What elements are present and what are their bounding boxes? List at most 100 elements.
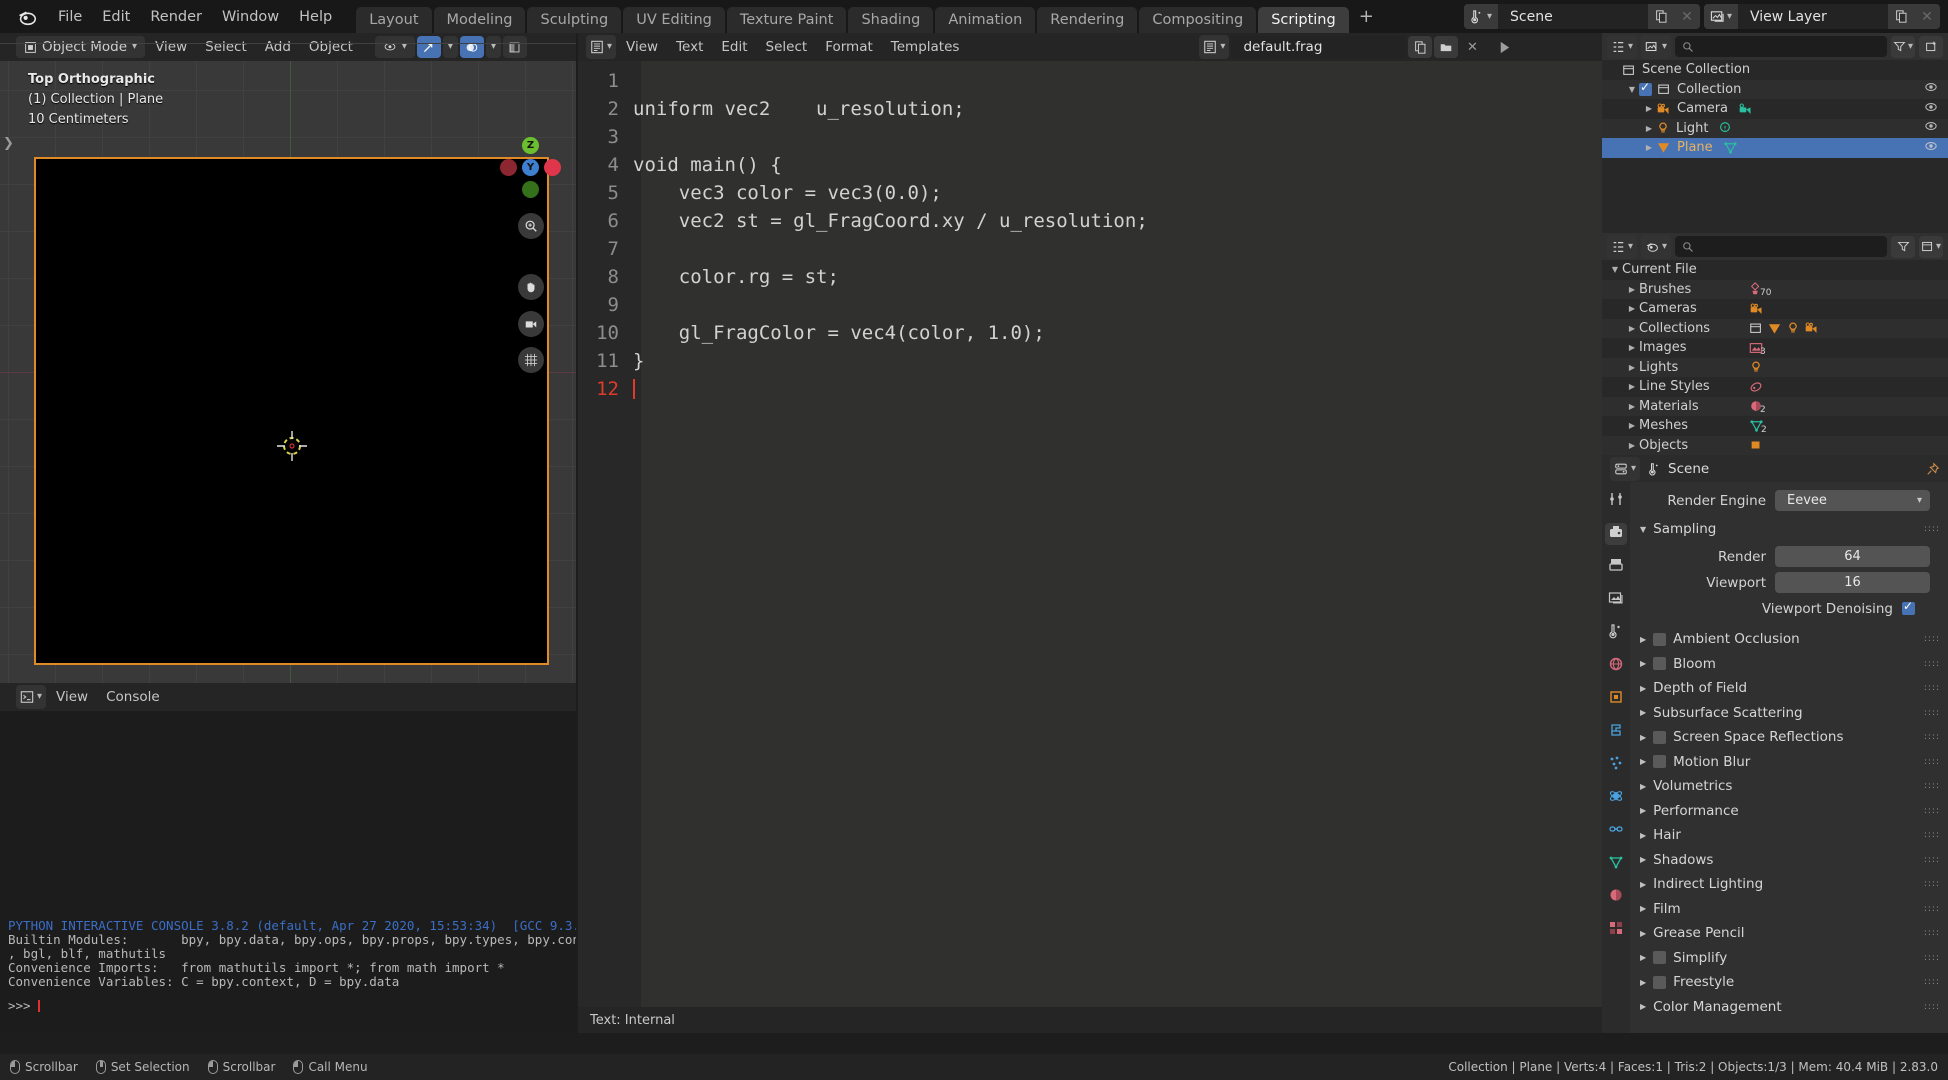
expand-triangle-down-icon[interactable]: ▼ — [1640, 525, 1646, 534]
blendfile-tree[interactable]: ▶ Brushes 70 ▶ Cameras ▶ Collections ▶ Images 3 ▶ L… — [1602, 279, 1948, 455]
properties-tab-texture[interactable] — [1605, 919, 1627, 941]
outliner-row-light[interactable]: ▶ Light — [1602, 118, 1948, 138]
panel-grease-pencil[interactable]: ▶ Grease Pencil:::: — [1630, 921, 1948, 946]
expand-triangle-right-icon[interactable]: ▶ — [1640, 733, 1646, 742]
outliner-editor-type-button[interactable]: ▾ — [1607, 34, 1638, 59]
eye-icon[interactable] — [1924, 140, 1938, 156]
properties-tab-object[interactable] — [1605, 688, 1627, 710]
gizmo-axis-z[interactable]: Z — [522, 137, 539, 154]
scene-name[interactable]: Scene — [1498, 4, 1648, 29]
text-editor[interactable]: ▾ View Text Edit Select Format Templates… — [578, 33, 1622, 1033]
expand-triangle-right-icon[interactable]: ▶ — [1640, 635, 1646, 644]
drag-handle-icon[interactable]: :::: — [1924, 781, 1940, 791]
outliner-row-collection[interactable]: ▼ Collection — [1602, 79, 1948, 99]
viewport-menu-add[interactable]: Add — [257, 39, 299, 55]
panel-shadows[interactable]: ▶ Shadows:::: — [1630, 848, 1948, 873]
gizmo-dropdown[interactable]: ▾ — [442, 36, 458, 58]
text-menu-format[interactable]: Format — [817, 39, 881, 55]
overlays-dropdown[interactable]: ▾ — [485, 36, 501, 58]
blendfile-row-brushes[interactable]: ▶ Brushes 70 — [1602, 279, 1948, 299]
drag-handle-icon[interactable]: :::: — [1924, 708, 1940, 718]
drag-handle-icon[interactable]: :::: — [1924, 1002, 1940, 1012]
expand-triangle-right-icon[interactable]: ▶ — [1640, 806, 1646, 815]
view-layer-icon[interactable]: ▾ — [1704, 4, 1738, 29]
code-line[interactable]: 1 — [578, 67, 1622, 95]
remove-view-layer-button[interactable]: ✕ — [1914, 4, 1940, 29]
expand-triangle-right-icon[interactable]: ▶ — [1640, 1002, 1646, 1011]
gizmo-axis-y[interactable]: Y — [522, 159, 539, 176]
gizmo-axis-x[interactable] — [544, 159, 561, 176]
render-engine-dropdown[interactable]: Eevee ▾ — [1775, 490, 1930, 511]
expand-triangle-right-icon[interactable]: ▶ — [1640, 757, 1646, 766]
text-datablock-icon[interactable]: ▾ — [1199, 35, 1230, 59]
workspace-tab-sculpting[interactable]: Sculpting — [527, 7, 622, 33]
expand-triangle-right-icon[interactable]: ▶ — [1625, 285, 1639, 294]
unlink-scene-button[interactable]: ✕ — [1674, 4, 1700, 29]
add-workspace-button[interactable]: + — [1349, 6, 1384, 27]
drag-handle-icon[interactable]: :::: — [1924, 732, 1940, 742]
text-menu-text[interactable]: Text — [668, 39, 711, 55]
scene-icon[interactable]: ▾ — [1464, 4, 1498, 29]
properties-content[interactable]: Render Engine Eevee ▾ ▼ Sampling :::: Re… — [1630, 482, 1948, 1033]
view-layer-selector[interactable]: ▾ View Layer ✕ — [1704, 4, 1940, 29]
menu-help[interactable]: Help — [289, 9, 342, 25]
panel-bloom[interactable]: ▶ Bloom:::: — [1630, 652, 1948, 677]
properties-tab-render[interactable] — [1605, 523, 1627, 545]
menu-file[interactable]: File — [48, 9, 92, 25]
expand-triangle-down-icon[interactable]: ▼ — [1625, 85, 1639, 94]
open-folder-icon[interactable] — [1434, 36, 1459, 58]
drag-handle-icon[interactable]: :::: — [1924, 928, 1940, 938]
viewport-menu-view[interactable]: View — [147, 39, 195, 55]
console-output[interactable]: PYTHON INTERACTIVE CONSOLE 3.8.2 (defaul… — [0, 711, 576, 1033]
visibility-dropdown[interactable]: ▾ — [374, 36, 415, 58]
workspace-tab-shading[interactable]: Shading — [848, 7, 934, 33]
menu-window[interactable]: Window — [212, 9, 289, 25]
view-layer-name[interactable]: View Layer — [1738, 4, 1888, 29]
properties-tab-constraint[interactable] — [1605, 820, 1627, 842]
code-line[interactable]: 10 gl_FragColor = vec4(color, 1.0); — [578, 319, 1622, 347]
drag-handle-icon[interactable]: :::: — [1924, 806, 1940, 816]
drag-handle-icon[interactable]: :::: — [1924, 879, 1940, 889]
expand-triangle-right-icon[interactable]: ▶ — [1642, 143, 1656, 152]
drag-handle-icon[interactable]: :::: — [1924, 904, 1940, 914]
panel-subsurface-scattering[interactable]: ▶ Subsurface Scattering:::: — [1630, 701, 1948, 726]
hand-icon[interactable] — [518, 274, 544, 300]
3d-viewport[interactable]: ▾ Global ▾ ▾ — [0, 33, 576, 683]
drag-handle-icon[interactable]: :::: — [1924, 977, 1940, 987]
menu-edit[interactable]: Edit — [92, 9, 140, 25]
expand-triangle-right-icon[interactable]: ▶ — [1625, 402, 1639, 411]
blendfile-search-input[interactable] — [1675, 236, 1887, 257]
drag-handle-icon[interactable]: :::: — [1924, 855, 1940, 865]
code-line[interactable]: 6 vec2 st = gl_FragCoord.xy / u_resoluti… — [578, 207, 1622, 235]
eye-icon[interactable] — [1924, 101, 1938, 117]
viewport-menu-select[interactable]: Select — [197, 39, 255, 55]
panel-enable-checkbox[interactable] — [1653, 730, 1667, 744]
expand-triangle-right-icon[interactable]: ▶ — [1625, 421, 1639, 430]
properties-tab-tool[interactable] — [1605, 490, 1627, 512]
properties-tab-particles[interactable] — [1605, 754, 1627, 776]
panel-performance[interactable]: ▶ Performance:::: — [1630, 799, 1948, 824]
collection-checkbox[interactable] — [1639, 80, 1652, 96]
expand-triangle-right-icon[interactable]: ▶ — [1640, 880, 1646, 889]
workspace-tab-texture-paint[interactable]: Texture Paint — [726, 7, 847, 33]
panel-screen-space-reflections[interactable]: ▶ Screen Space Reflections:::: — [1630, 725, 1948, 750]
panel-freestyle[interactable]: ▶ Freestyle:::: — [1630, 970, 1948, 995]
expand-triangle-right-icon[interactable]: ▶ — [1625, 304, 1639, 313]
expand-triangle-right-icon[interactable]: ▶ — [1625, 363, 1639, 372]
code-line[interactable]: 7 — [578, 235, 1622, 263]
code-line[interactable]: 5 vec3 color = vec3(0.0); — [578, 179, 1622, 207]
workspace-tab-rendering[interactable]: Rendering — [1037, 7, 1138, 33]
code-line[interactable]: 4 void main() { — [578, 151, 1622, 179]
blendfile-row-collections[interactable]: ▶ Collections — [1602, 318, 1948, 338]
drag-handle-icon[interactable]: :::: — [1924, 683, 1940, 693]
properties-editor-type-button[interactable]: ▾ — [1610, 456, 1641, 481]
run-script-icon[interactable] — [1492, 36, 1516, 58]
properties-tab-output[interactable] — [1605, 556, 1627, 578]
pin-icon[interactable] — [1926, 461, 1940, 476]
expand-triangle-right-icon[interactable]: ▶ — [1642, 104, 1656, 113]
text-menu-templates[interactable]: Templates — [883, 39, 968, 55]
sampling-render-field[interactable]: 64 — [1775, 546, 1930, 567]
blendfile-row-lights[interactable]: ▶ Lights — [1602, 357, 1948, 377]
navigation-gizmo[interactable]: Z Y — [500, 137, 564, 201]
sampling-viewport-field[interactable]: 16 — [1775, 572, 1930, 593]
